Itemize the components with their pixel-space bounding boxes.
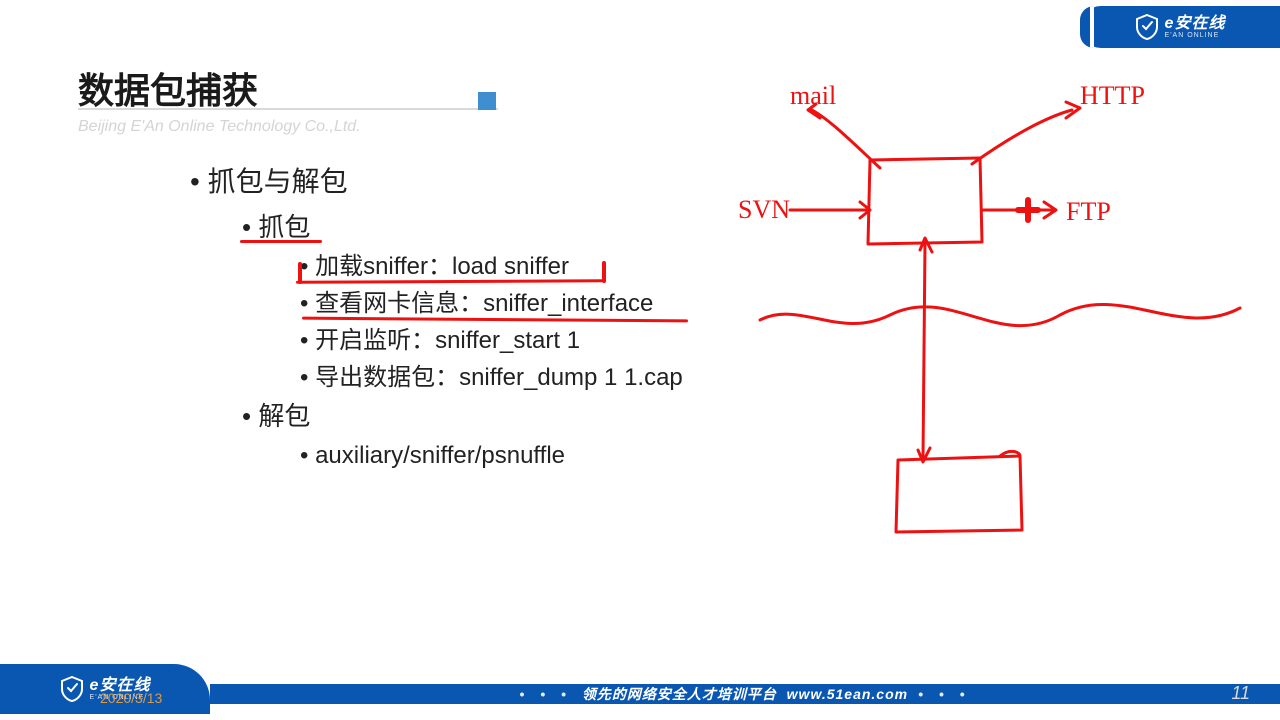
footer-url: www.51ean.com <box>787 686 908 702</box>
footer-dots: • • • <box>918 686 970 702</box>
diagram-label-ftp: FTP <box>1066 197 1111 226</box>
bullet-lvl3: auxiliary/sniffer/psnuffle <box>300 437 683 474</box>
annotation-underline <box>240 240 322 243</box>
bullet-lvl2: 解包 <box>242 396 683 436</box>
annotation-mark <box>602 261 606 283</box>
slide-subtitle: Beijing E'An Online Technology Co.,Ltd. <box>78 118 361 136</box>
bullet-lvl3: 开启监听：sniffer_start 1 <box>300 322 683 359</box>
bullet-lvl3: 导出数据包：sniffer_dump 1 1.cap <box>300 359 683 396</box>
slide-title: 数据包捕获 <box>78 62 258 114</box>
page-number: 11 <box>1231 683 1250 704</box>
slide: e安在线 E'AN ONLINE 数据包捕获 Beijing E'An Onli… <box>0 0 1280 720</box>
footer-strip: • • • 领先的网络安全人才培训平台 www.51ean.com • • • <box>210 684 1280 704</box>
annotation-mark <box>298 262 302 284</box>
shield-icon <box>1135 14 1159 40</box>
shield-icon <box>60 676 84 702</box>
title-accent-square <box>478 92 496 110</box>
diagram-label-svn: SVN <box>738 195 790 224</box>
diagram-label-mail: mail <box>790 81 836 110</box>
diagram: mail HTTP SVN FTP <box>720 60 1260 580</box>
brand-badge-bottom: e安在线 E'AN ONLINE <box>0 664 210 714</box>
bullet-lvl1: 抓包与解包 <box>190 160 683 203</box>
brand-sub: E'AN ONLINE <box>1165 32 1226 39</box>
brand-badge-top: e安在线 E'AN ONLINE <box>1080 6 1280 48</box>
date-stamp: 2020/3/13 <box>100 690 162 706</box>
footer-dots: • • • <box>519 686 571 702</box>
footer: e安在线 E'AN ONLINE • • • 领先的网络安全人才培训平台 www… <box>0 678 1280 714</box>
footer-tagline: 领先的网络安全人才培训平台 <box>582 684 777 704</box>
title-underline <box>78 108 498 110</box>
brand-name: e安在线 <box>1165 16 1226 32</box>
diagram-label-http: HTTP <box>1080 81 1145 110</box>
